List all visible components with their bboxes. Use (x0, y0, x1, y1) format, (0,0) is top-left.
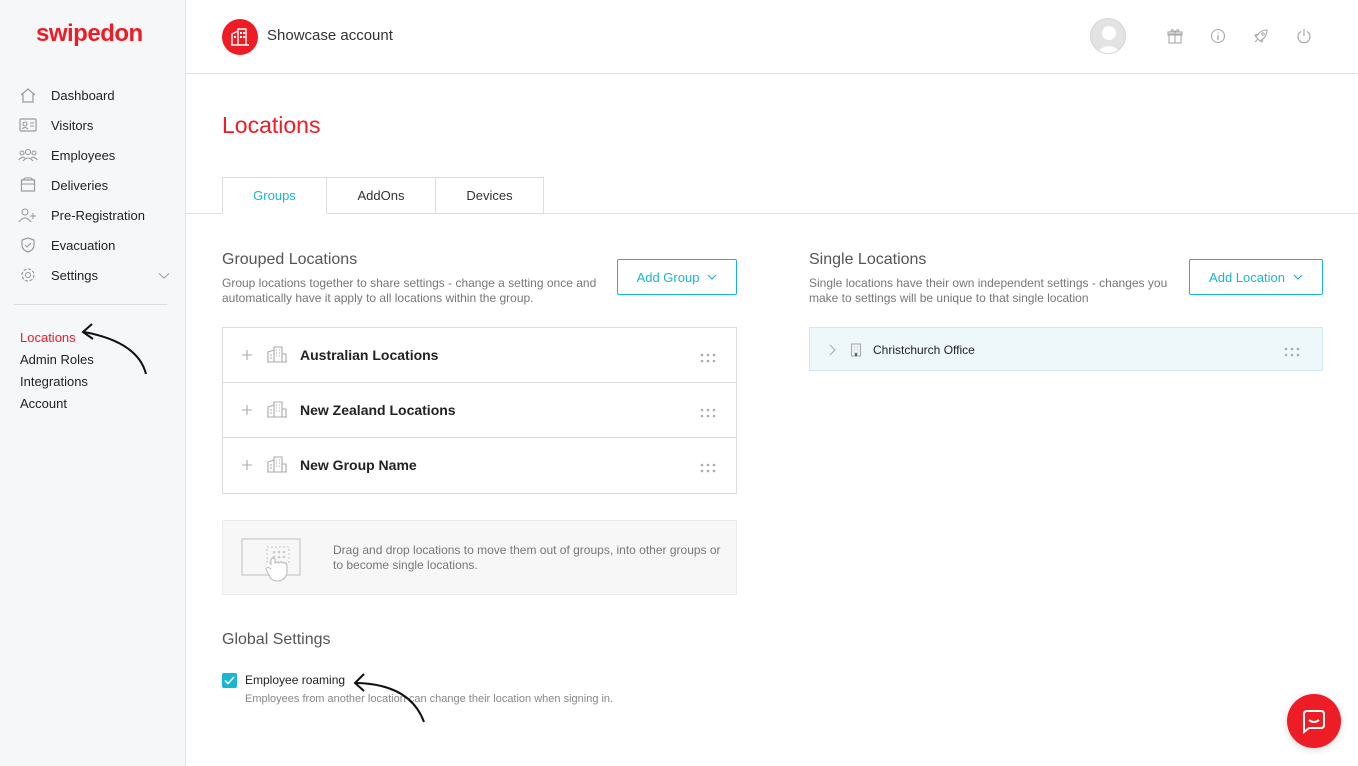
brand-logo[interactable]: swipedon (36, 20, 143, 48)
sidebar-item-label: Settings (51, 267, 98, 283)
building-icon (267, 346, 287, 368)
home-icon (18, 87, 38, 103)
chevron-right-icon[interactable] (828, 343, 836, 361)
drag-handle-icon[interactable] (700, 350, 716, 368)
add-group-label: Add Group (636, 269, 700, 285)
power-icon[interactable] (1291, 18, 1316, 54)
building-icon (267, 401, 287, 423)
people-icon (18, 147, 38, 163)
building-icon (267, 456, 287, 478)
group-name: New Group Name (300, 457, 417, 473)
add-location-label: Add Location (1209, 269, 1285, 285)
group-row[interactable]: Australian Locations (223, 328, 736, 383)
group-list: Australian Locations New Zealand Locatio… (222, 327, 737, 494)
single-location-row[interactable]: Christchurch Office (809, 327, 1323, 371)
chevron-down-icon[interactable] (158, 268, 170, 283)
sidebar-item-visitors[interactable]: Visitors (18, 110, 170, 140)
group-row[interactable]: New Group Name (223, 438, 736, 493)
single-locations-title: Single Locations (809, 251, 927, 268)
app-root: swipedon Dashboard Visitors Employees De… (0, 0, 1358, 766)
add-user-icon (18, 207, 38, 223)
drag-hint-text: Drag and drop locations to move them out… (333, 543, 721, 572)
grouped-locations-title: Grouped Locations (222, 251, 358, 268)
tab-addons[interactable]: AddOns (327, 177, 436, 214)
sidebar-item-label: Visitors (51, 117, 94, 133)
drag-handle-icon[interactable] (1284, 344, 1300, 362)
expand-plus-icon[interactable] (240, 458, 254, 472)
employee-roaming-label[interactable]: Employee roaming (245, 673, 345, 687)
header-actions (1090, 18, 1316, 54)
sidebar-item-deliveries[interactable]: Deliveries (18, 170, 170, 200)
user-avatar-icon (1096, 26, 1122, 53)
group-name: Australian Locations (300, 347, 439, 363)
chat-launcher-button[interactable] (1287, 694, 1341, 748)
sidebar-item-employees[interactable]: Employees (18, 140, 170, 170)
shield-icon (18, 237, 38, 253)
employee-roaming-checkbox[interactable] (222, 673, 237, 688)
gift-icon[interactable] (1162, 18, 1187, 54)
sidebar-item-label: Deliveries (51, 177, 109, 193)
gear-icon (18, 267, 38, 283)
sidebar-item-label: Evacuation (51, 237, 116, 253)
settings-subnav: Locations Admin Roles Integrations Accou… (20, 326, 94, 414)
expand-plus-icon[interactable] (240, 348, 254, 362)
drag-handle-icon[interactable] (700, 460, 716, 478)
sidebar-subitem-locations[interactable]: Locations (20, 326, 94, 348)
chat-icon (1303, 710, 1325, 734)
rocket-icon[interactable] (1248, 18, 1273, 54)
global-settings-title: Global Settings (222, 631, 331, 648)
sidebar-divider (14, 304, 167, 305)
info-icon[interactable] (1205, 18, 1230, 54)
building-icon (231, 28, 249, 46)
sidebar-item-settings[interactable]: Settings (18, 260, 170, 290)
sidebar-item-label: Employees (51, 147, 116, 163)
sidebar-subitem-admin-roles[interactable]: Admin Roles (20, 348, 94, 370)
chevron-down-icon (707, 274, 717, 280)
account-name[interactable]: Showcase account (267, 27, 393, 44)
single-locations-description: Single locations have their own independ… (809, 276, 1168, 305)
add-group-button[interactable]: Add Group (617, 259, 737, 295)
sidebar-item-pre-registration[interactable]: Pre-Registration (18, 200, 170, 230)
expand-plus-icon[interactable] (240, 403, 254, 417)
add-location-button[interactable]: Add Location (1189, 259, 1323, 295)
drag-drop-hint: Drag and drop locations to move them out… (222, 520, 737, 595)
sidebar-item-evacuation[interactable]: Evacuation (18, 230, 170, 260)
sidebar-item-label: Dashboard (51, 87, 115, 103)
sidebar-subitem-account[interactable]: Account (20, 392, 94, 414)
drag-handle-icon[interactable] (700, 405, 716, 423)
sidebar-nav: Dashboard Visitors Employees Deliveries (18, 80, 170, 290)
tab-devices[interactable]: Devices (436, 177, 544, 214)
avatar[interactable] (1090, 18, 1126, 54)
page-title: Locations (222, 112, 321, 138)
top-header: Showcase account (186, 0, 1358, 74)
building-icon (850, 343, 862, 362)
box-icon (18, 177, 38, 193)
tab-bar: Groups AddOns Devices (222, 177, 544, 214)
chevron-down-icon (1293, 274, 1303, 280)
sidebar-item-dashboard[interactable]: Dashboard (18, 80, 170, 110)
tab-groups[interactable]: Groups (222, 177, 327, 214)
id-card-icon (18, 117, 38, 133)
account-logo[interactable] (222, 19, 258, 55)
check-icon (224, 676, 235, 685)
sidebar-item-label: Pre-Registration (51, 207, 145, 223)
grouped-locations-description: Group locations together to share settin… (222, 276, 597, 305)
sidebar: swipedon Dashboard Visitors Employees De… (0, 0, 186, 766)
employee-roaming-description: Employees from another location can chan… (245, 693, 614, 705)
drag-hand-icon (241, 535, 303, 588)
sidebar-subitem-integrations[interactable]: Integrations (20, 370, 94, 392)
group-row[interactable]: New Zealand Locations (223, 383, 736, 438)
location-name: Christchurch Office (873, 343, 975, 357)
group-name: New Zealand Locations (300, 402, 456, 418)
